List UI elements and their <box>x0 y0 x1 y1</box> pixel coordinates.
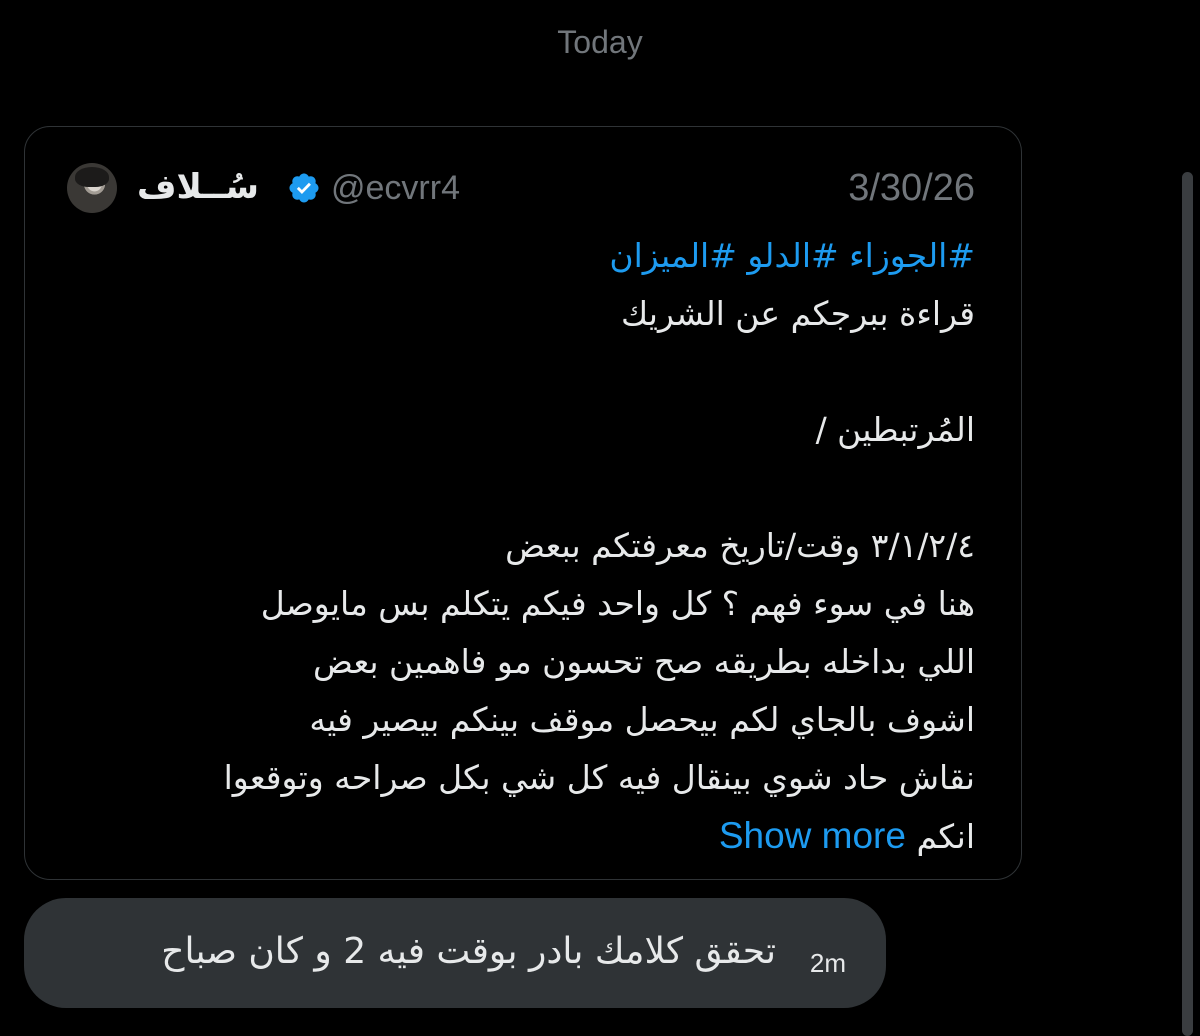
scrollbar[interactable] <box>1182 172 1193 1036</box>
post-line: هنا في سوء فهم ؟ كل واحد فيكم يتكلم بس م… <box>260 584 975 623</box>
quoted-post-card[interactable]: سُــلاف @ecvrr4 3/30/26 #الجوزاء #الدلو … <box>24 126 1022 880</box>
message-bubble[interactable]: تحقق كلامك بادر بوقت فيه 2 و كان صباح 2m <box>24 898 886 1008</box>
post-line: المُرتبطين / <box>815 410 975 449</box>
hashtag-line[interactable]: #الجوزاء #الدلو #الميزان <box>67 227 975 285</box>
post-line-text: انكم <box>916 817 975 856</box>
verified-badge-icon <box>289 173 319 203</box>
message-timestamp: 2m <box>809 948 846 978</box>
post-line: نقاش حاد شوي بينقال فيه كل شي بكل صراحه … <box>223 758 975 797</box>
message-text: تحقق كلامك بادر بوقت فيه 2 و كان صباح <box>161 931 776 972</box>
post-line: قراءة ببرجكم عن الشريك <box>620 294 975 333</box>
author-name[interactable]: سُــلاف <box>137 163 259 211</box>
quoted-post-header: سُــلاف @ecvrr4 3/30/26 <box>67 163 975 213</box>
quoted-post-text: #الجوزاء #الدلو #الميزان قراءة ببرجكم عن… <box>67 227 975 866</box>
post-date: 3/30/26 <box>848 167 975 209</box>
post-line: اللي بداخله بطريقه صح تحسون مو فاهمين بع… <box>313 642 975 681</box>
avatar[interactable] <box>67 163 117 213</box>
show-more-link[interactable]: Show more <box>719 815 906 856</box>
post-last-line: انكم Show more <box>67 807 975 866</box>
post-line: اشوف بالجاي لكم بيحصل موقف بينكم بيصير ف… <box>309 700 975 739</box>
post-line: ٣/١/٢/٤ وقت/تاريخ معرفتكم ببعض <box>505 526 975 565</box>
date-divider: Today <box>557 24 643 60</box>
author-handle[interactable]: @ecvrr4 <box>331 165 460 211</box>
